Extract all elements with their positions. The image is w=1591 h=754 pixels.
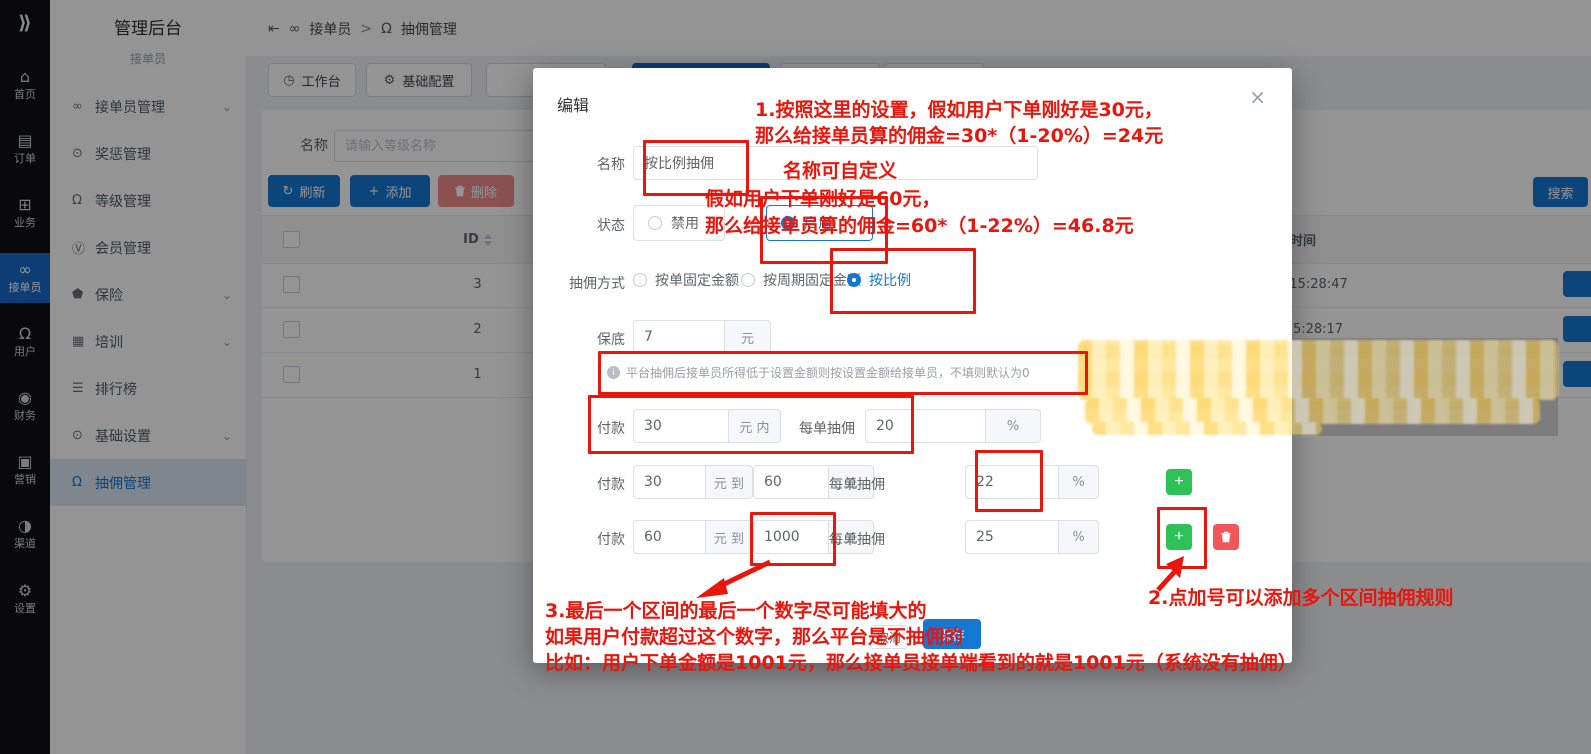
tier3-to-suffix: 元 到 — [706, 520, 753, 554]
floor-input[interactable] — [633, 320, 725, 354]
radio-icon — [633, 273, 647, 287]
radio-icon — [741, 273, 755, 287]
delete-tier-button[interactable] — [1213, 524, 1239, 550]
add-tier-button[interactable]: + — [1166, 524, 1192, 550]
tier1-percent-suffix: % — [986, 409, 1041, 443]
tier3-percent-suffix: % — [1059, 520, 1099, 554]
status-radio-enabled[interactable]: 启用 — [766, 205, 873, 241]
method-radio-fixed-per-order[interactable]: 按单固定金额 — [633, 270, 739, 290]
pay-label: 付款 — [533, 529, 625, 549]
name-label: 名称 — [533, 154, 625, 174]
rate-label: 每单抽佣 — [785, 529, 885, 549]
tier2-rate-input[interactable] — [965, 465, 1059, 499]
method-radio-fixed-per-period[interactable]: 按周期固定金额 — [741, 270, 861, 290]
trash-icon — [1221, 531, 1231, 543]
radio-selected-icon — [781, 216, 795, 230]
tier2-from-input[interactable] — [633, 465, 706, 499]
status-label: 状态 — [533, 215, 625, 235]
close-icon[interactable]: × — [1243, 84, 1272, 110]
floor-hint: i 平台抽佣后接单员所得低于设置金额则按设置金额给接单员，不填则默认为0 — [607, 364, 1030, 381]
pay-label: 付款 — [533, 418, 625, 438]
floor-label: 保底 — [533, 329, 625, 349]
radio-selected-icon — [847, 273, 861, 287]
redaction-dim-patch — [1292, 338, 1558, 436]
redaction-mosaic — [1092, 422, 1322, 435]
name-input[interactable] — [633, 146, 1038, 180]
radio-icon — [648, 216, 662, 230]
rate-label: 每单抽佣 — [785, 474, 885, 494]
tier2-to-suffix: 元 到 — [706, 465, 753, 499]
floor-unit-suffix: 元 — [725, 320, 771, 354]
tier2-percent-suffix: % — [1059, 465, 1099, 499]
pay-label: 付款 — [533, 474, 625, 494]
tier1-amount-input[interactable] — [633, 409, 729, 443]
add-tier-button[interactable]: + — [1166, 469, 1192, 495]
dialog-title: 编辑 — [557, 92, 589, 116]
tier3-from-input[interactable] — [633, 520, 706, 554]
cancel-button[interactable]: 取消 — [870, 625, 908, 649]
rate-label: 每单抽佣 — [755, 418, 855, 438]
tier1-rate-input[interactable] — [865, 409, 986, 443]
tier3-rate-input[interactable] — [965, 520, 1059, 554]
status-radio-disabled[interactable]: 禁用 — [633, 205, 725, 241]
method-label: 抽佣方式 — [533, 273, 625, 293]
info-icon: i — [607, 366, 620, 379]
save-button[interactable]: 保存 — [923, 619, 981, 649]
method-radio-by-ratio[interactable]: 按比例 — [847, 270, 911, 290]
